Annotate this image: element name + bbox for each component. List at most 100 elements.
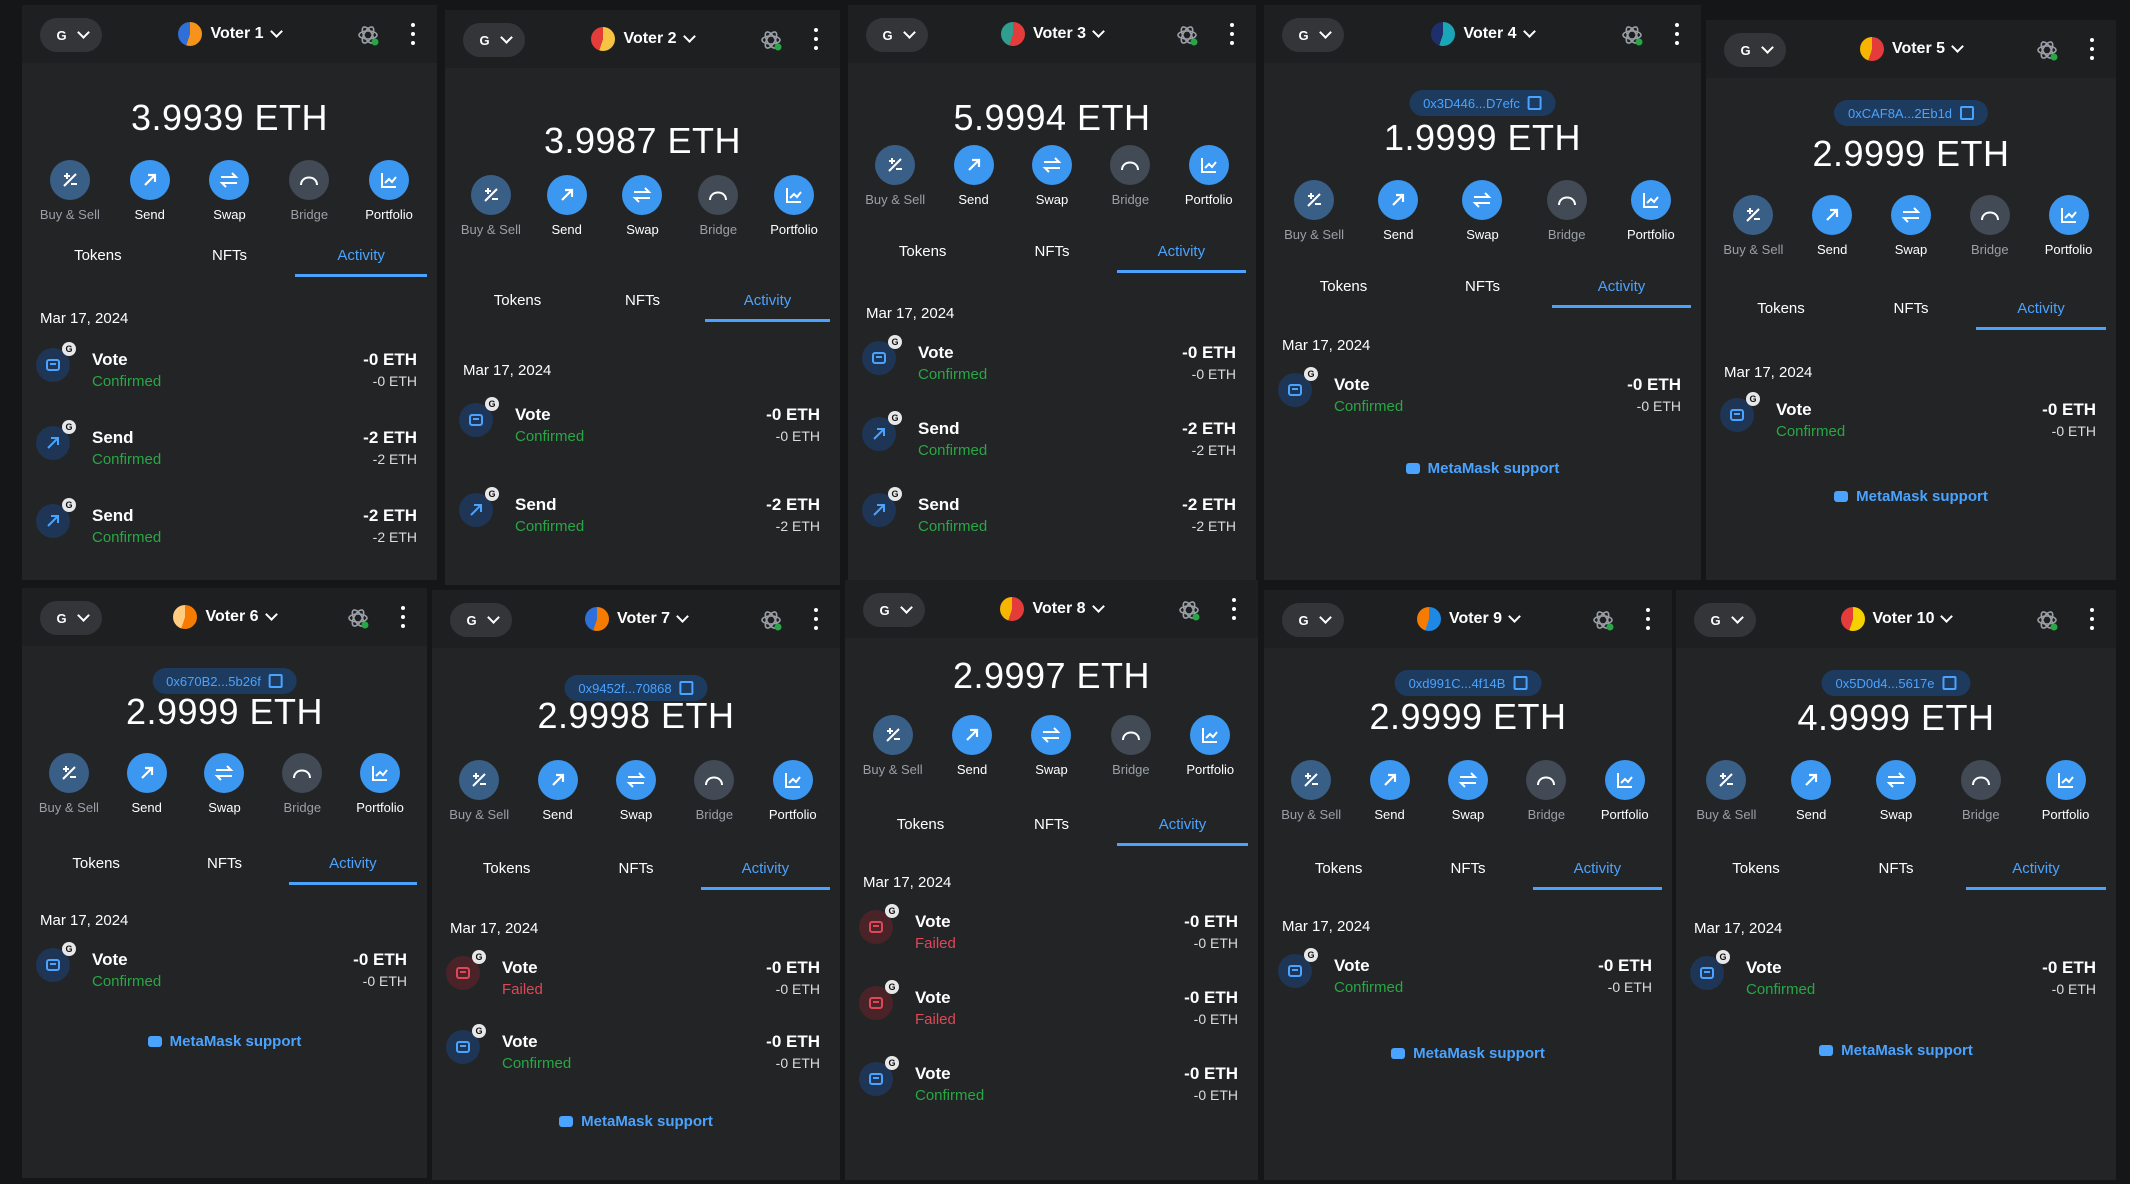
swap-button[interactable]: Swap [607, 175, 677, 237]
activity-item[interactable]: G Send Confirmed -2 ETH -2 ETH [459, 487, 820, 541]
activity-item[interactable]: G Vote Confirmed -0 ETH -0 ETH [459, 397, 820, 451]
send-button[interactable]: Send [115, 160, 185, 222]
swap-button[interactable]: Swap [1433, 760, 1503, 822]
send-button[interactable]: Send [532, 175, 602, 237]
tab-nfts[interactable]: NFTs [164, 247, 296, 277]
bridge-button[interactable]: Bridge [1095, 145, 1165, 207]
more-options-icon[interactable] [1675, 23, 1679, 45]
bridge-button[interactable]: Bridge [1955, 195, 2025, 257]
swap-button[interactable]: Swap [1876, 195, 1946, 257]
network-menu-icon[interactable] [357, 24, 379, 46]
tab-nfts[interactable]: NFTs [1826, 860, 1966, 890]
tab-tokens[interactable]: Tokens [32, 247, 164, 277]
send-button[interactable]: Send [112, 753, 182, 815]
address-copy-button[interactable]: 0xCAF8A...2Eb1d [1833, 100, 1989, 126]
tab-tokens[interactable]: Tokens [455, 292, 580, 322]
tab-activity[interactable]: Activity [295, 247, 428, 277]
swap-button[interactable]: Swap [194, 160, 264, 222]
tab-nfts[interactable]: NFTs [1846, 300, 1976, 330]
more-options-icon[interactable] [411, 23, 415, 45]
activity-item[interactable]: G Vote Confirmed -0 ETH -0 ETH [446, 1024, 820, 1078]
tab-activity[interactable]: Activity [1966, 860, 2106, 890]
activity-item[interactable]: G Vote Confirmed -0 ETH -0 ETH [1690, 950, 2096, 1004]
network-menu-icon[interactable] [1592, 609, 1614, 631]
tab-nfts[interactable]: NFTs [160, 855, 288, 885]
metamask-support-link[interactable]: MetaMask support [432, 1113, 840, 1130]
portfolio-button[interactable]: Portfolio [2031, 760, 2101, 822]
network-menu-icon[interactable] [2036, 609, 2058, 631]
bridge-button[interactable]: Bridge [274, 160, 344, 222]
tab-tokens[interactable]: Tokens [1716, 300, 1846, 330]
buy-sell-button[interactable]: Buy & Sell [34, 753, 104, 815]
more-options-icon[interactable] [2090, 608, 2094, 630]
tab-activity[interactable]: Activity [1116, 243, 1246, 273]
address-copy-button[interactable]: 0x3D446...D7efc [1409, 90, 1556, 116]
network-menu-icon[interactable] [1178, 599, 1200, 621]
bridge-button[interactable]: Bridge [1532, 180, 1602, 242]
buy-sell-button[interactable]: Buy & Sell [1276, 760, 1346, 822]
portfolio-button[interactable]: Portfolio [2034, 195, 2104, 257]
swap-button[interactable]: Swap [1017, 145, 1087, 207]
network-menu-icon[interactable] [347, 607, 369, 629]
send-button[interactable]: Send [523, 760, 593, 822]
activity-item[interactable]: G Vote Confirmed -0 ETH -0 ETH [859, 1056, 1238, 1110]
portfolio-button[interactable]: Portfolio [1174, 145, 1244, 207]
bridge-button[interactable]: Bridge [1096, 715, 1166, 777]
buy-sell-button[interactable]: Buy & Sell [1718, 195, 1788, 257]
portfolio-button[interactable]: Portfolio [758, 760, 828, 822]
network-menu-icon[interactable] [2036, 39, 2058, 61]
portfolio-button[interactable]: Portfolio [759, 175, 829, 237]
buy-sell-button[interactable]: Buy & Sell [1691, 760, 1761, 822]
activity-item[interactable]: G Send Confirmed -2 ETH -2 ETH [862, 411, 1236, 465]
more-options-icon[interactable] [2090, 38, 2094, 60]
tab-nfts[interactable]: NFTs [987, 243, 1116, 273]
more-options-icon[interactable] [1232, 598, 1236, 620]
tab-nfts[interactable]: NFTs [1413, 278, 1552, 308]
activity-item[interactable]: G Vote Confirmed -0 ETH -0 ETH [862, 335, 1236, 389]
tab-activity[interactable]: Activity [705, 292, 830, 322]
swap-button[interactable]: Swap [1447, 180, 1517, 242]
tab-tokens[interactable]: Tokens [855, 816, 986, 846]
activity-item[interactable]: G Vote Confirmed -0 ETH -0 ETH [1278, 948, 1652, 1002]
tab-activity[interactable]: Activity [700, 860, 830, 890]
tab-activity[interactable]: Activity [1532, 860, 1662, 890]
send-button[interactable]: Send [1797, 195, 1867, 257]
tab-activity[interactable]: Activity [1117, 816, 1248, 846]
buy-sell-button[interactable]: Buy & Sell [858, 715, 928, 777]
portfolio-button[interactable]: Portfolio [1175, 715, 1245, 777]
tab-nfts[interactable]: NFTs [986, 816, 1117, 846]
portfolio-button[interactable]: Portfolio [1590, 760, 1660, 822]
tab-nfts[interactable]: NFTs [580, 292, 705, 322]
bridge-button[interactable]: Bridge [1511, 760, 1581, 822]
metamask-support-link[interactable]: MetaMask support [1706, 488, 2116, 505]
swap-button[interactable]: Swap [601, 760, 671, 822]
send-button[interactable]: Send [1355, 760, 1425, 822]
send-button[interactable]: Send [937, 715, 1007, 777]
address-copy-button[interactable]: 0x5D0d4...5617e [1821, 670, 1971, 696]
buy-sell-button[interactable]: Buy & Sell [860, 145, 930, 207]
bridge-button[interactable]: Bridge [683, 175, 753, 237]
tab-activity[interactable]: Activity [1976, 300, 2106, 330]
swap-button[interactable]: Swap [189, 753, 259, 815]
buy-sell-button[interactable]: Buy & Sell [456, 175, 526, 237]
buy-sell-button[interactable]: Buy & Sell [444, 760, 514, 822]
portfolio-button[interactable]: Portfolio [345, 753, 415, 815]
more-options-icon[interactable] [814, 28, 818, 50]
activity-item[interactable]: G Send Confirmed -2 ETH -2 ETH [36, 420, 417, 474]
tab-tokens[interactable]: Tokens [1686, 860, 1826, 890]
tab-nfts[interactable]: NFTs [1403, 860, 1532, 890]
more-options-icon[interactable] [814, 608, 818, 630]
tab-tokens[interactable]: Tokens [32, 855, 160, 885]
tab-activity[interactable]: Activity [288, 855, 417, 885]
address-copy-button[interactable]: 0xd991C...4f14B [1394, 670, 1542, 696]
network-menu-icon[interactable] [760, 609, 782, 631]
portfolio-button[interactable]: Portfolio [1616, 180, 1686, 242]
tab-tokens[interactable]: Tokens [442, 860, 571, 890]
network-menu-icon[interactable] [760, 29, 782, 51]
more-options-icon[interactable] [1230, 23, 1234, 45]
tab-activity[interactable]: Activity [1552, 278, 1691, 308]
bridge-button[interactable]: Bridge [679, 760, 749, 822]
more-options-icon[interactable] [401, 606, 405, 628]
buy-sell-button[interactable]: Buy & Sell [35, 160, 105, 222]
bridge-button[interactable]: Bridge [1946, 760, 2016, 822]
